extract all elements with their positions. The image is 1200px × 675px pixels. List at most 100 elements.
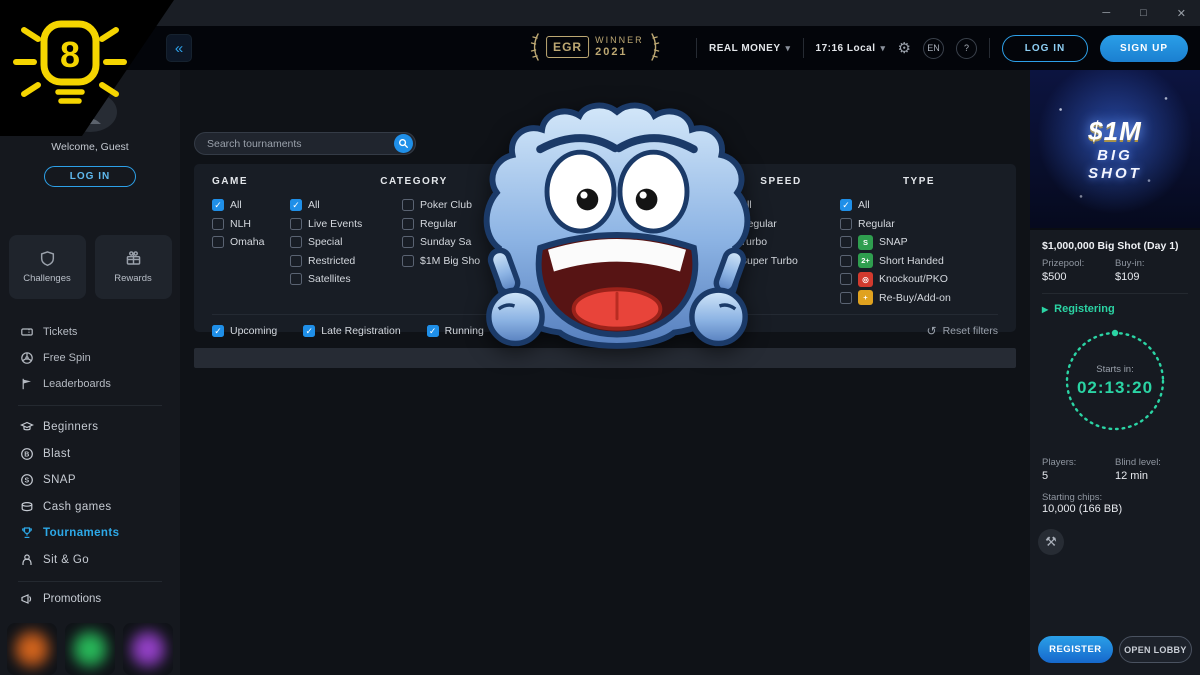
big-shot-promo-image: $1M BIG SHOT <box>1030 70 1200 230</box>
game-tile-purple[interactable] <box>123 623 173 675</box>
category-filter-col1: ✓ All Live Events Special Restricted Sat… <box>290 196 402 289</box>
welcome-text: Welcome, Guest <box>51 141 128 153</box>
app-logo-icon: 8 <box>14 8 25 19</box>
titlebar: 8 888poker ─ □ ✕ <box>0 0 1200 26</box>
checkbox-icon <box>840 236 852 248</box>
checkbox-icon <box>290 236 302 248</box>
help-button[interactable]: ? <box>956 38 977 59</box>
checkbox-all[interactable]: ✓ All <box>212 196 290 215</box>
divider <box>696 38 697 58</box>
checkbox-knockout-pko[interactable]: ◎ Knockout/PKO <box>840 270 998 289</box>
checkbox-icon <box>402 236 414 248</box>
game-filter-list: ✓ All NLH Omaha <box>212 196 290 252</box>
gear-icon[interactable]: ⚙ <box>898 39 911 57</box>
re-buy-add-on-type-icon: + <box>858 290 873 305</box>
top-navbar: « EGR WINNER 2021 REAL MONEY ▾ <box>0 26 1200 70</box>
sidebar-item-blast[interactable]: B Blast <box>20 440 160 467</box>
type-filter-list: ✓ All Regular S SNAP 2+ Short Handed ◎ K… <box>840 196 998 307</box>
local-time-dropdown[interactable]: 17:16 Local ▾ <box>816 43 886 54</box>
checkbox-icon <box>290 273 302 285</box>
language-button[interactable]: EN <box>923 38 944 59</box>
sidebar-item-tickets[interactable]: Tickets <box>20 319 160 345</box>
checkbox-icon: ✓ <box>212 199 224 211</box>
person-icon <box>20 553 34 567</box>
snap-type-icon: S <box>858 235 873 250</box>
laurel-left-icon <box>530 32 540 62</box>
table-tools-button[interactable]: ⚒ <box>1038 529 1064 555</box>
sidebar-item-sit-go[interactable]: Sit & Go <box>20 546 160 573</box>
login-button-sidebar[interactable]: LOG IN <box>44 166 136 187</box>
checkbox-icon <box>212 236 224 248</box>
sidebar-utilities: Tickets Free Spin Leaderboards <box>0 319 180 397</box>
reset-filters-button[interactable]: ↺ Reset filters <box>927 324 999 338</box>
tournament-details-panel: $1M BIG SHOT $1,000,000 Big Shot (Day 1)… <box>1030 70 1200 675</box>
game-tile-green[interactable] <box>65 623 115 675</box>
promo-shot-text: SHOT <box>1088 165 1142 183</box>
egr-winner-label: WINNER <box>595 36 644 46</box>
checkbox-icon: ✓ <box>840 199 852 211</box>
knockout-pko-type-icon: ◎ <box>858 272 873 287</box>
filter-group-title: TYPE <box>840 176 998 187</box>
checkbox-restricted[interactable]: Restricted <box>290 252 402 271</box>
maximize-button[interactable]: □ <box>1140 7 1147 20</box>
checkbox-icon <box>840 292 852 304</box>
signup-button[interactable]: SIGN UP <box>1100 35 1188 62</box>
close-button[interactable]: ✕ <box>1177 7 1186 20</box>
countdown-ring-icon <box>1061 327 1169 435</box>
trophy-icon <box>20 526 34 540</box>
checkbox-short-handed[interactable]: 2+ Short Handed <box>840 252 998 271</box>
checkbox-nlh[interactable]: NLH <box>212 215 290 234</box>
blind-level-value: 12 min <box>1115 470 1188 482</box>
players-label: Players: <box>1042 457 1115 468</box>
rewards-button[interactable]: Rewards <box>95 235 172 299</box>
sidebar-item-tournaments[interactable]: Tournaments <box>20 520 160 547</box>
login-button-top[interactable]: LOG IN <box>1002 35 1088 62</box>
checkbox-regular[interactable]: Regular <box>840 215 998 234</box>
buyin-value: $109 <box>1115 271 1188 283</box>
countdown-timer: Starts in: 02:13:20 <box>1061 327 1169 435</box>
prizepool-value: $500 <box>1042 271 1115 283</box>
megaphone-icon <box>20 592 34 606</box>
snap-icon: S <box>20 473 34 487</box>
checkbox-snap[interactable]: S SNAP <box>840 233 998 252</box>
divider <box>989 38 990 58</box>
mascot-character <box>468 98 766 374</box>
register-button[interactable]: REGISTER <box>1038 636 1113 663</box>
sidebar-item-beginners[interactable]: Beginners <box>20 414 160 441</box>
game-tile-orange[interactable] <box>7 623 57 675</box>
promo-big-text: BIG <box>1097 147 1133 165</box>
egr-label: EGR <box>546 36 589 58</box>
buyin-label: Buy-in: <box>1115 258 1188 269</box>
checkbox-icon <box>402 218 414 230</box>
divider <box>18 405 162 406</box>
sidebar-item-snap[interactable]: S SNAP <box>20 467 160 494</box>
shield-icon <box>39 250 56 267</box>
checkbox-all[interactable]: ✓ All <box>290 196 402 215</box>
checkbox-live-events[interactable]: Live Events <box>290 215 402 234</box>
checkbox-icon: ✓ <box>290 199 302 211</box>
challenges-button[interactable]: Challenges <box>9 235 86 299</box>
real-money-dropdown[interactable]: REAL MONEY ▾ <box>709 43 791 54</box>
sidebar-collapse-button[interactable]: « <box>166 34 192 62</box>
sidebar-item-leaderboards[interactable]: Leaderboards <box>20 371 160 397</box>
search-icon <box>398 138 409 149</box>
sidebar-item-promotions[interactable]: Promotions <box>0 590 180 609</box>
minimize-button[interactable]: ─ <box>1102 7 1110 20</box>
search-button[interactable] <box>394 134 413 153</box>
checkbox-upcoming[interactable]: ✓ Upcoming <box>212 323 277 339</box>
sidebar-item-free-spin[interactable]: Free Spin <box>20 345 160 371</box>
open-lobby-button[interactable]: OPEN LOBBY <box>1119 636 1192 663</box>
checkbox-satellites[interactable]: Satellites <box>290 270 402 289</box>
sidebar-nav: Beginners B Blast S SNAP Cash games Tour… <box>0 414 180 573</box>
caret-down-icon: ▾ <box>786 43 791 54</box>
search-input[interactable] <box>207 138 388 150</box>
checkbox-re-buy-add-on[interactable]: + Re-Buy/Add-on <box>840 289 998 308</box>
sidebar-item-cash-games[interactable]: Cash games <box>20 493 160 520</box>
checkbox-all[interactable]: ✓ All <box>840 196 998 215</box>
checkbox-omaha[interactable]: Omaha <box>212 233 290 252</box>
checkbox-icon <box>402 199 414 211</box>
checkbox-late-registration[interactable]: ✓ Late Registration <box>303 323 400 339</box>
play-icon: ▶ <box>1042 305 1048 314</box>
checkbox-special[interactable]: Special <box>290 233 402 252</box>
egr-year-label: 2021 <box>595 46 644 58</box>
